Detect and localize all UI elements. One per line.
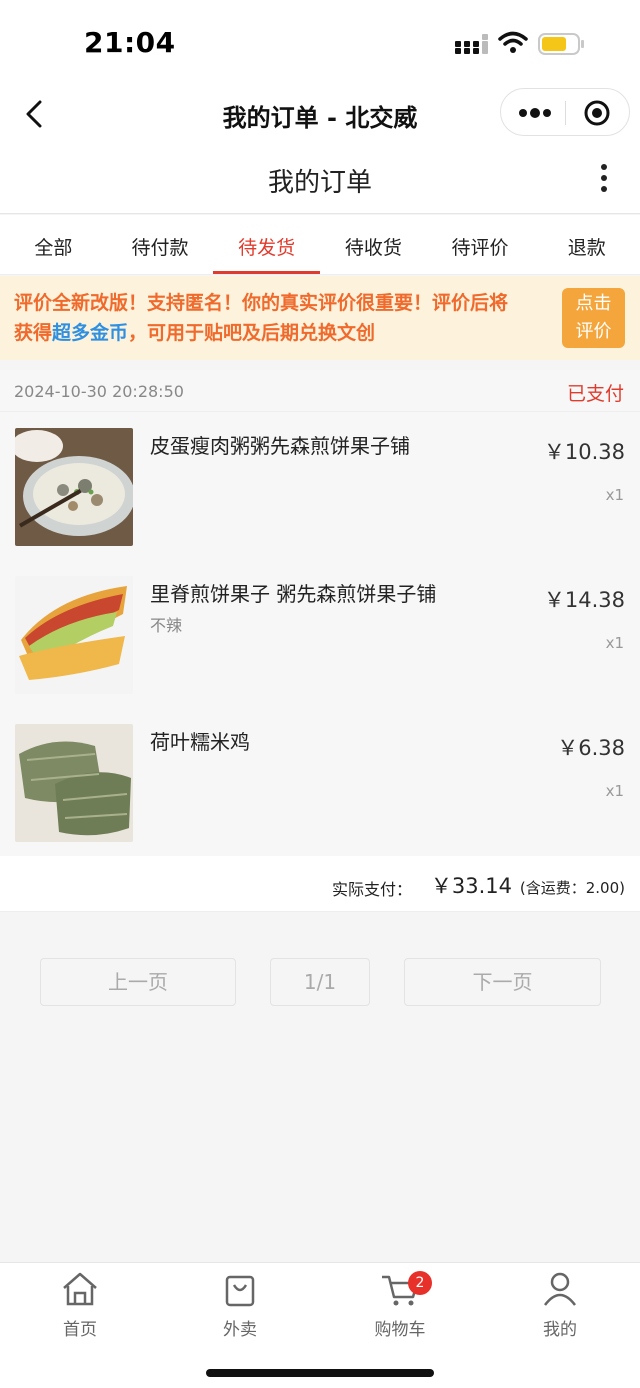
status-bar: 21:04	[0, 0, 640, 88]
notice-line-2-prefix: 获得	[14, 322, 53, 344]
item-name: 里脊煎饼果子 粥先森煎饼果子铺	[150, 582, 437, 606]
page-header: 我的订单	[0, 140, 640, 214]
review-button-line-2: 评价	[575, 321, 612, 342]
battery-icon	[538, 33, 584, 55]
tabbar-home-label: 首页	[63, 1320, 97, 1340]
tab-refund[interactable]: 退款	[533, 215, 640, 274]
order-tabs: 全部 待付款 待发货 待收货 待评价 退款	[0, 215, 640, 275]
home-indicator[interactable]	[206, 1369, 434, 1377]
order-status: 已支付	[566, 383, 624, 405]
tabbar-cart[interactable]: 2 购物车	[340, 1269, 460, 1340]
item-quantity: x1	[605, 782, 624, 800]
order-date: 2024-10-30 20:28:50	[14, 382, 184, 401]
tab-pending-payment[interactable]: 待付款	[107, 215, 214, 274]
page-indicator: 1/1	[270, 958, 370, 1006]
order-header: 2024-10-30 20:28:50 已支付	[0, 370, 640, 412]
notice-line-1: 评价全新改版！支持匿名！你的真实评价很重要！评价后将	[14, 292, 509, 314]
nav-bar: 我的订单 - 北交威	[0, 88, 640, 140]
order-footer: 实际支付： ￥33.14 (含运费：2.00)	[0, 856, 640, 912]
tabbar-mine[interactable]: 我的	[500, 1269, 620, 1340]
user-icon	[544, 1272, 576, 1306]
order-item[interactable]: 里脊煎饼果子 粥先森煎饼果子铺 不辣 ￥14.38 x1	[0, 560, 640, 708]
next-page-button[interactable]: 下一页	[404, 958, 601, 1006]
shopping-bag-icon	[225, 1275, 255, 1307]
mini-program-capsule	[500, 88, 630, 136]
status-time: 21:04	[84, 26, 176, 59]
tab-pending-receipt[interactable]: 待收货	[320, 215, 427, 274]
page-title: 我的订单	[267, 168, 372, 198]
prev-page-button[interactable]: 上一页	[40, 958, 236, 1006]
tabbar-cart-label: 购物车	[374, 1320, 426, 1340]
tab-all[interactable]: 全部	[0, 215, 107, 274]
tab-pending-shipment[interactable]: 待发货	[213, 215, 320, 274]
tabbar-takeout[interactable]: 外卖	[180, 1269, 300, 1340]
notice-line-2-suffix: ，可用于贴吧及后期兑换文创	[128, 322, 376, 344]
tabbar-mine-label: 我的	[543, 1320, 577, 1340]
total-price: ￥33.14	[430, 874, 512, 898]
item-name: 荷叶糯米鸡	[150, 730, 250, 754]
cellular-signal-icon	[455, 34, 488, 54]
notice-text: 评价全新改版！支持匿名！你的真实评价很重要！评价后将 获得超多金币，可用于贴吧及…	[14, 288, 554, 348]
vertical-dots-icon[interactable]	[594, 162, 614, 194]
review-notice-banner: 评价全新改版！支持匿名！你的真实评价很重要！评价后将 获得超多金币，可用于贴吧及…	[0, 276, 640, 360]
item-price: ￥14.38	[543, 588, 625, 612]
tab-pending-review[interactable]: 待评价	[427, 215, 534, 274]
lotus-leaf-rice-image	[15, 724, 133, 842]
tabbar-takeout-label: 外卖	[223, 1320, 257, 1340]
item-spec: 不辣	[150, 616, 183, 635]
tabbar-home[interactable]: 首页	[20, 1269, 140, 1340]
more-dots-icon[interactable]	[517, 101, 553, 125]
target-icon[interactable]	[583, 99, 611, 127]
item-quantity: x1	[605, 486, 624, 504]
order-card[interactable]: 2024-10-30 20:28:50 已支付 皮蛋瘦肉粥粥先森煎饼果子铺 ￥1…	[0, 370, 640, 912]
jianbing-wrap-image	[15, 576, 133, 694]
order-item[interactable]: 荷叶糯米鸡 ￥6.38 x1	[0, 708, 640, 856]
review-button-line-1: 点击	[575, 293, 612, 314]
item-quantity: x1	[605, 634, 624, 652]
item-price: ￥10.38	[543, 440, 625, 464]
order-item[interactable]: 皮蛋瘦肉粥粥先森煎饼果子铺 ￥10.38 x1	[0, 412, 640, 560]
notice-line-2: 获得超多金币，可用于贴吧及后期兑换文创	[14, 318, 554, 348]
capsule-divider	[565, 101, 566, 125]
notice-highlight: 超多金币	[52, 322, 129, 344]
cart-count-badge: 2	[408, 1271, 432, 1295]
item-price: ￥6.38	[557, 736, 625, 760]
congee-bowl-image	[15, 428, 133, 546]
total-label: 实际支付：	[331, 880, 412, 899]
review-button[interactable]: 点击 评价	[562, 288, 625, 348]
shipping-note: (含运费：2.00)	[519, 879, 625, 897]
pagination: 上一页 1/1 下一页	[0, 958, 640, 1006]
home-icon	[63, 1272, 97, 1306]
wifi-icon	[498, 31, 528, 53]
item-name: 皮蛋瘦肉粥粥先森煎饼果子铺	[150, 434, 410, 458]
